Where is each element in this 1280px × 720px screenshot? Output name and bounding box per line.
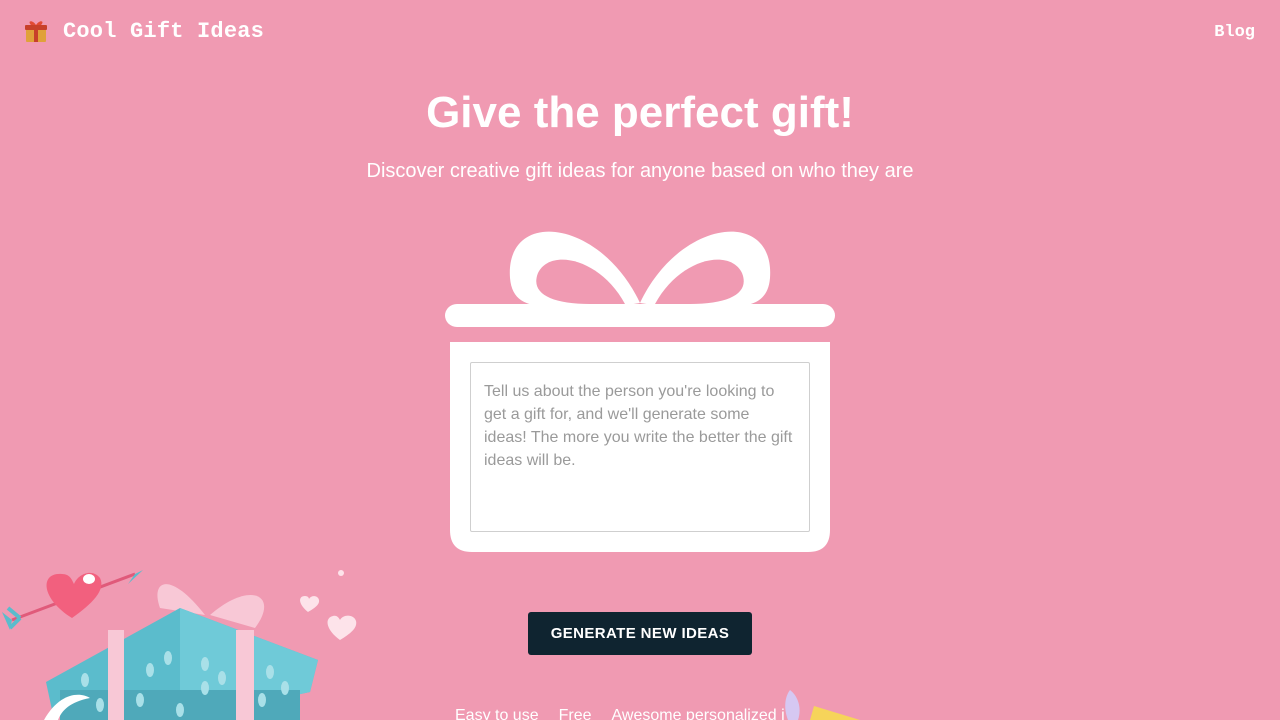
- prompt-textarea[interactable]: [470, 362, 810, 532]
- prompt-container: [470, 362, 810, 532]
- feature-item: Free: [558, 707, 592, 720]
- logo-text: Cool Gift Ideas: [63, 18, 265, 44]
- feature-item: Easy to use: [455, 707, 539, 720]
- page-subtitle: Discover creative gift ideas for anyone …: [366, 160, 914, 182]
- generate-button[interactable]: GENERATE NEW IDEAS: [528, 612, 752, 655]
- feature-list: Easy to use Free Awesome personalized i: [455, 707, 785, 720]
- confetti-decoration: [785, 690, 860, 720]
- header: Cool Gift Ideas Blog: [0, 0, 1280, 66]
- blog-link[interactable]: Blog: [1214, 23, 1255, 42]
- feature-item: Awesome personalized i: [611, 707, 785, 720]
- page-title: Give the perfect gift!: [426, 88, 854, 137]
- logo-link[interactable]: Cool Gift Ideas: [23, 18, 264, 44]
- gift-box-icon: [23, 18, 49, 44]
- gift-box-decoration: [2, 570, 357, 720]
